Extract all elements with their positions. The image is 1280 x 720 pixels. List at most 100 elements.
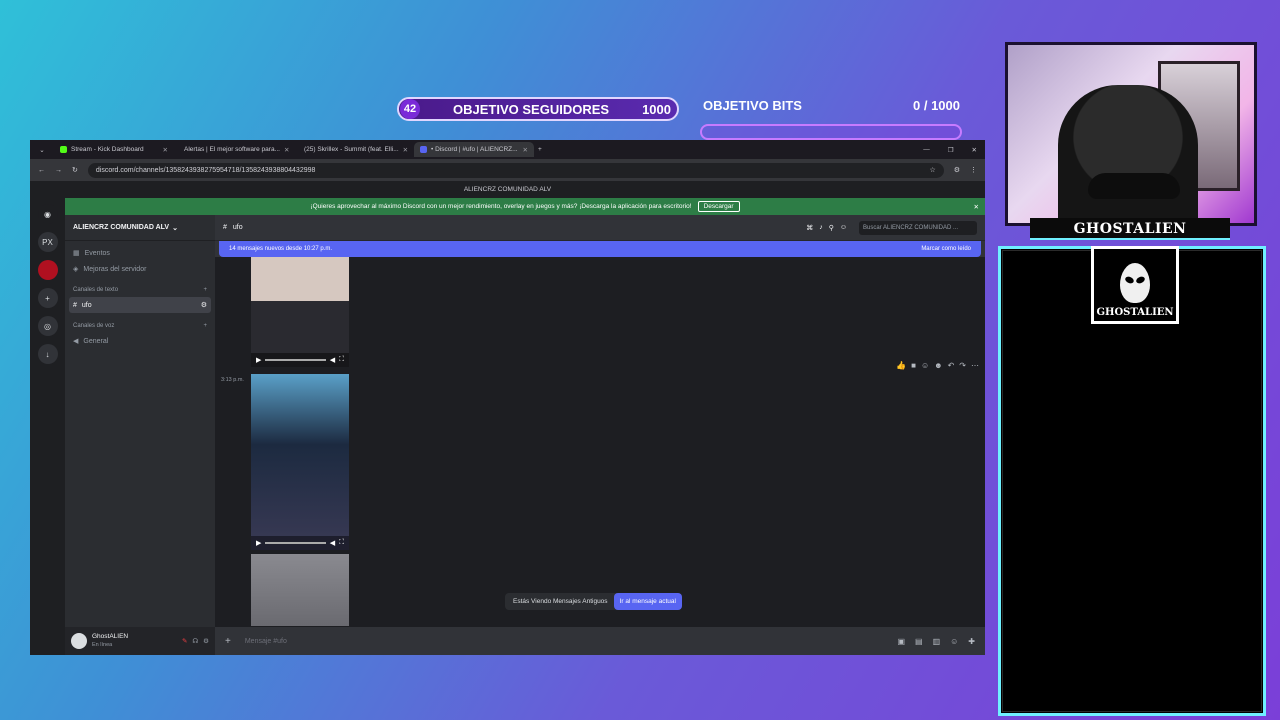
mic-muted-icon[interactable]: ✎ [182, 637, 187, 645]
mask [1088, 173, 1180, 199]
minimize-icon[interactable]: — [923, 146, 930, 153]
thumbs-up-icon[interactable]: 👍 [896, 361, 906, 370]
mark-read-button[interactable]: Marcar como leído [921, 246, 971, 252]
reload-icon[interactable]: ↻ [72, 166, 78, 174]
channel-ufo[interactable]: # ufo ⚙ [69, 297, 211, 313]
download-icon[interactable]: ↓ [37, 344, 58, 364]
headphones-icon[interactable]: ☊ [192, 637, 198, 645]
new-tab-icon[interactable]: + [538, 146, 542, 153]
alert-logo-name: GHOSTALIEN [1096, 307, 1174, 318]
video-attachment[interactable]: ▶ ◀ ⛶ [251, 257, 349, 367]
add-attachment-icon[interactable]: + [225, 636, 231, 647]
close-icon[interactable]: ✕ [523, 146, 528, 154]
jump-to-present-button[interactable]: Ir al mensaje actual [613, 593, 682, 610]
gift-icon[interactable]: ▣ [897, 637, 905, 646]
tab-kick[interactable]: Stream - Kick Dashboard ✕ [54, 142, 174, 157]
sidebar-item-boosts[interactable]: ◈ Mejoras del servidor [65, 261, 215, 277]
video-attachment[interactable] [251, 554, 349, 626]
add-reaction-icon[interactable]: ☻ [934, 361, 942, 370]
add-channel-icon[interactable]: + [203, 323, 207, 329]
boost-icon: ◈ [73, 266, 79, 273]
tab-bar: ⌄ Stream - Kick Dashboard ✕ Alertas | El… [30, 140, 985, 159]
forward-icon[interactable]: → [55, 167, 62, 174]
volume-icon[interactable]: ◀ [330, 539, 335, 547]
bell-icon[interactable]: ♪ [819, 224, 823, 231]
reply-icon[interactable]: ↶ [948, 361, 955, 370]
tab-discord[interactable]: • Discord | #ufo | ALIENCRZ... ✕ [414, 142, 534, 157]
back-icon[interactable]: ← [38, 167, 45, 174]
channel-label: General [83, 337, 109, 345]
guild-aliencrz[interactable] [37, 260, 58, 280]
explore-icon[interactable]: ◎ [37, 316, 58, 336]
banner-text: ¡Quieres aprovechar al máximo Discord co… [310, 203, 692, 210]
extensions-icon[interactable]: ⚙ [954, 166, 960, 174]
fullscreen-icon[interactable]: ⛶ [339, 539, 344, 547]
close-icon[interactable]: ✕ [284, 146, 289, 154]
window-close-icon[interactable]: ✕ [972, 146, 977, 154]
address-bar: ← → ↻ discord.com/channels/1358243938275… [30, 159, 985, 181]
chat-area: # ufo ⌘ ♪ ⚲ ☺ Buscar ALIENCRZ COMUNIDAD … [215, 215, 985, 655]
video-controls: ▶ ◀ ⛶ [251, 353, 349, 367]
new-messages-bar[interactable]: 14 mensajes nuevos desde 10:27 p.m. Marc… [219, 241, 981, 257]
speaker-icon: ◀ [73, 338, 79, 345]
download-button[interactable]: Descargar [697, 201, 740, 212]
gif-icon[interactable]: ▤ [915, 637, 923, 646]
channel-title: ufo [232, 224, 243, 231]
pin-icon[interactable]: ⚲ [829, 224, 834, 232]
bookmark-star-icon[interactable]: ☆ [929, 166, 935, 174]
forward-icon[interactable]: ↷ [959, 361, 966, 370]
channel-general-voice[interactable]: ◀ General [65, 333, 215, 349]
kick-icon [60, 146, 67, 153]
tab-menu-icon[interactable]: ⌄ [30, 146, 54, 154]
old-messages-bar: Estás Viendo Mensajes Antiguos Ir al men… [505, 593, 682, 610]
add-channel-icon[interactable]: + [203, 287, 207, 293]
browser-menu-icon[interactable]: ⋮ [970, 166, 977, 174]
threads-icon[interactable]: ⌘ [806, 224, 813, 232]
followers-goal-bar: 42 OBJETIVO SEGUIDORES 1000 [397, 97, 679, 121]
emoji-icon[interactable]: ☺ [921, 361, 929, 370]
discord-home-icon[interactable]: ◉ [37, 204, 58, 224]
user-name: GhostALIEN [92, 633, 129, 640]
text-channels-category[interactable]: Canales de texto + [65, 283, 215, 297]
settings-gear-icon[interactable]: ⚙ [201, 301, 207, 309]
maximize-icon[interactable]: ❐ [948, 146, 954, 154]
url-field[interactable]: discord.com/channels/1358243938275954718… [87, 162, 944, 178]
url-text: discord.com/channels/1358243938275954718… [95, 166, 316, 174]
guild-px[interactable]: PX [37, 232, 58, 252]
close-banner-icon[interactable]: ✕ [974, 203, 979, 211]
channel-label: ufo [81, 301, 92, 309]
sidebar-item-events[interactable]: ▦ Eventos [65, 245, 215, 261]
server-list: ◉ PX + ◎ ↓ [30, 198, 65, 655]
voice-channels-category[interactable]: Canales de voz + [65, 319, 215, 333]
sticker-icon[interactable]: ▥ [933, 637, 941, 646]
user-settings-icon[interactable]: ⚙ [203, 637, 209, 645]
emoji-icon[interactable]: ☺ [950, 637, 958, 646]
members-icon[interactable]: ☺ [840, 224, 847, 231]
new-messages-text: 14 mensajes nuevos desde 10:27 p.m. [229, 246, 333, 252]
alien-icon [1120, 263, 1150, 303]
user-panel: GhostALIEN En línea ✎ ☊ ⚙ [65, 627, 215, 655]
close-icon[interactable]: ✕ [163, 146, 168, 154]
fullscreen-icon[interactable]: ⛶ [339, 356, 344, 364]
hash-icon: # [73, 301, 77, 309]
add-server-icon[interactable]: + [37, 288, 58, 308]
search-input[interactable]: Buscar ALIENCRZ COMUNIDAD ... [859, 220, 977, 235]
server-name-header[interactable]: ALIENCRZ COMUNIDAD ALV ⌄ [65, 215, 215, 241]
avatar[interactable] [71, 633, 87, 649]
tab-alertas[interactable]: Alertas | El mejor software para... ✕ [174, 142, 294, 157]
volume-icon[interactable]: ◀ [330, 356, 335, 364]
more-icon[interactable]: ⋯ [971, 361, 979, 370]
tab-youtube[interactable]: (25) Skrillex - Summit (feat. Elli... ✕ [294, 142, 414, 157]
events-label: Eventos [84, 249, 110, 257]
play-icon[interactable]: ▶ [256, 539, 261, 547]
video-progress[interactable] [265, 359, 326, 361]
tab-label: • Discord | #ufo | ALIENCRZ... [431, 146, 518, 153]
message-input[interactable]: Mensaje #ufo [245, 638, 287, 645]
video-attachment[interactable]: ▶ ◀ ⛶ [251, 374, 349, 550]
reaction-icon[interactable]: ■ [911, 361, 916, 370]
video-progress[interactable] [265, 542, 326, 544]
play-icon[interactable]: ▶ [256, 356, 261, 364]
category-label: Canales de voz [73, 323, 115, 329]
close-icon[interactable]: ✕ [403, 146, 408, 154]
apps-icon[interactable]: ✚ [968, 637, 975, 646]
